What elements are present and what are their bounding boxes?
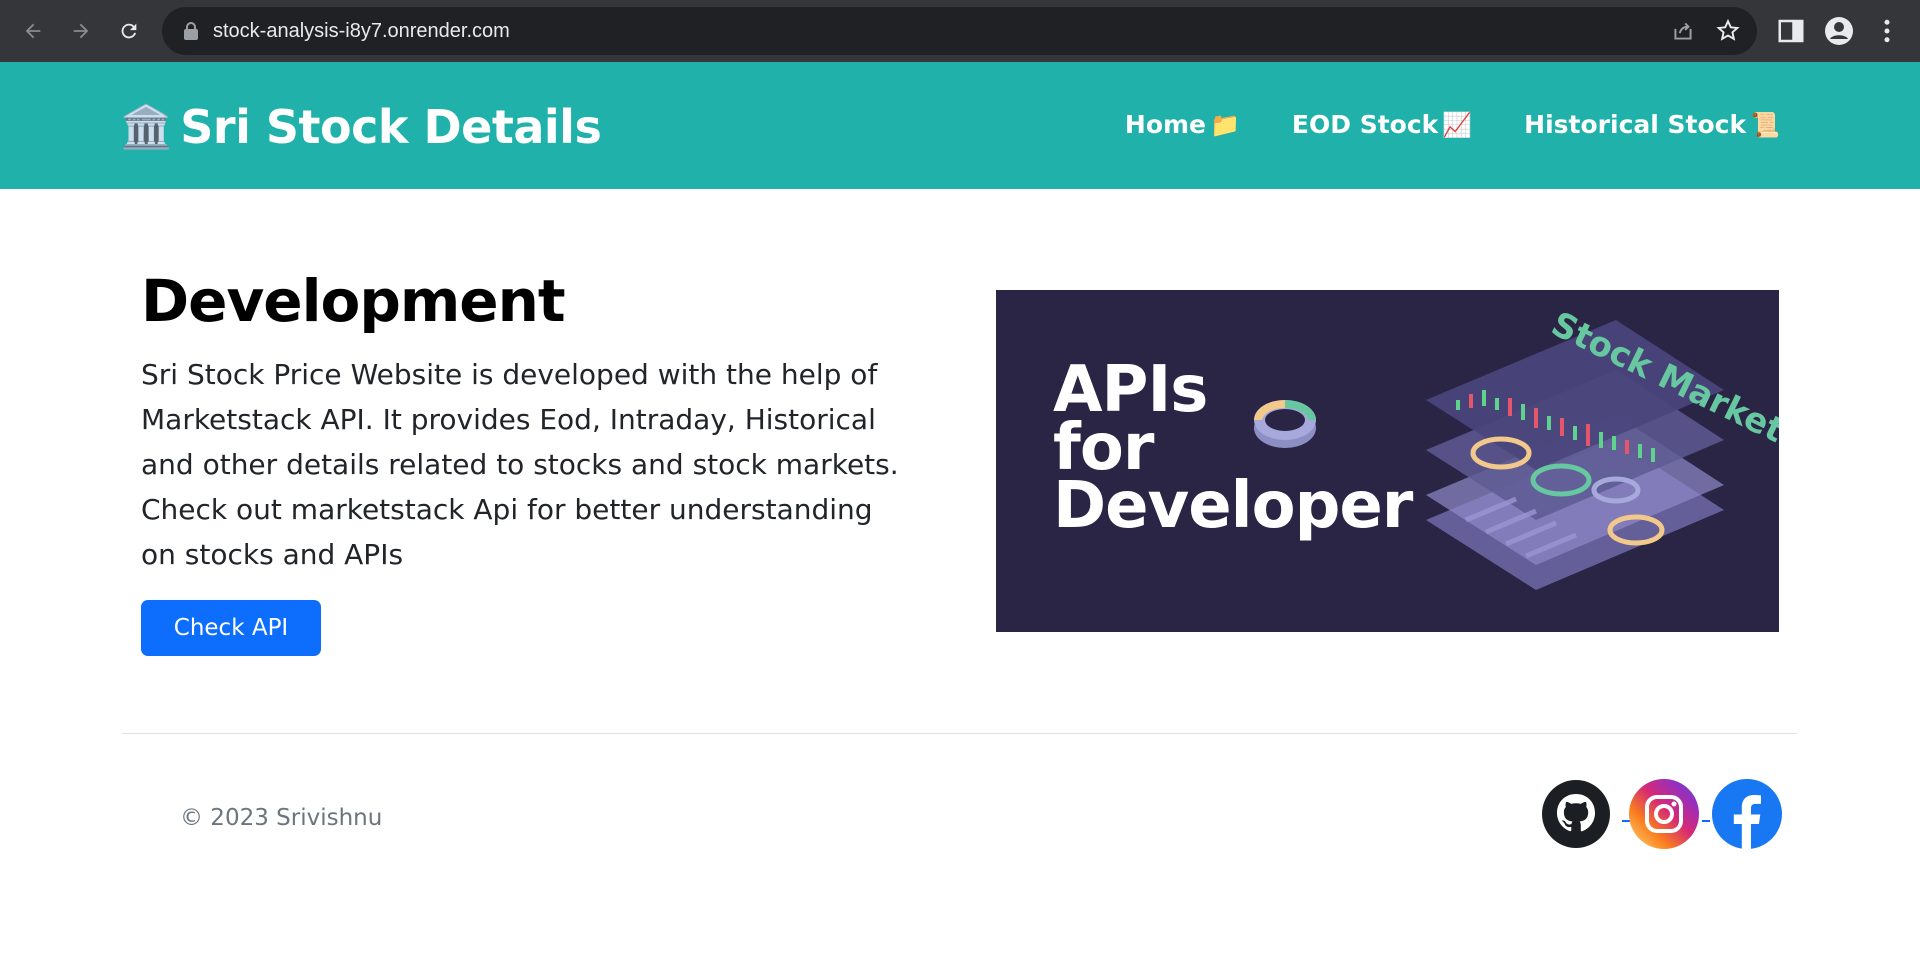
arrow-left-icon <box>25 23 41 39</box>
stock-market-illustration: Stock Market <box>1254 304 1779 590</box>
main-nav: Home 📁 EOD Stock 📈 Historical Stock 📜 <box>1073 110 1780 139</box>
section-title: Development <box>141 267 566 335</box>
link-underline <box>1702 820 1710 822</box>
nav-home-label: Home <box>1124 110 1207 139</box>
side-panel-icon[interactable] <box>1776 16 1806 46</box>
chart-increasing-icon: 📈 <box>1442 110 1473 139</box>
bank-icon: 🏛️ <box>120 103 173 150</box>
instagram-icon <box>1629 779 1699 849</box>
brand-link[interactable]: 🏛️ Sri Stock Details <box>120 100 602 154</box>
back-button[interactable] <box>14 12 52 50</box>
lock-icon <box>184 22 198 40</box>
folder-icon: 📁 <box>1210 110 1240 139</box>
url-text: stock-analysis-i8y7.onrender.com <box>213 20 510 42</box>
facebook-link[interactable] <box>1711 778 1783 850</box>
reload-button[interactable] <box>110 12 148 50</box>
nav-eod-stock[interactable]: EOD Stock 📈 <box>1292 110 1472 139</box>
nav-home[interactable]: Home 📁 <box>1125 110 1240 139</box>
nav-historical-label: Historical Stock <box>1524 110 1747 139</box>
instagram-link[interactable] <box>1628 778 1700 850</box>
profile-avatar-icon[interactable] <box>1824 16 1854 46</box>
facebook-icon <box>1712 779 1782 849</box>
copyright-text: © 2023 Srivishnu <box>180 805 383 831</box>
bookmark-star-icon[interactable] <box>1715 18 1741 44</box>
github-link[interactable] <box>1540 778 1612 850</box>
api-banner-image: APIs for Developer Stock Market <box>996 290 1779 632</box>
browser-toolbar: stock-analysis-i8y7.onrender.com <box>0 0 1920 62</box>
nav-eod-label: EOD Stock <box>1291 110 1439 139</box>
arrow-right-icon <box>73 23 89 39</box>
share-icon[interactable] <box>1670 18 1696 44</box>
address-bar[interactable]: stock-analysis-i8y7.onrender.com <box>162 7 1757 55</box>
footer-divider <box>122 733 1797 734</box>
github-icon <box>1542 780 1610 848</box>
check-api-button[interactable]: Check API <box>141 600 321 656</box>
scroll-icon: 📜 <box>1750 110 1780 139</box>
site-header: 🏛️ Sri Stock Details Home 📁 EOD Stock 📈 … <box>0 62 1920 189</box>
reload-icon <box>121 23 137 39</box>
forward-button[interactable] <box>62 12 100 50</box>
brand-title: Sri Stock Details <box>180 100 602 154</box>
section-description: Sri Stock Price Website is developed wit… <box>141 358 899 571</box>
more-menu-icon[interactable] <box>1872 16 1902 46</box>
nav-historical-stock[interactable]: Historical Stock 📜 <box>1524 110 1780 139</box>
